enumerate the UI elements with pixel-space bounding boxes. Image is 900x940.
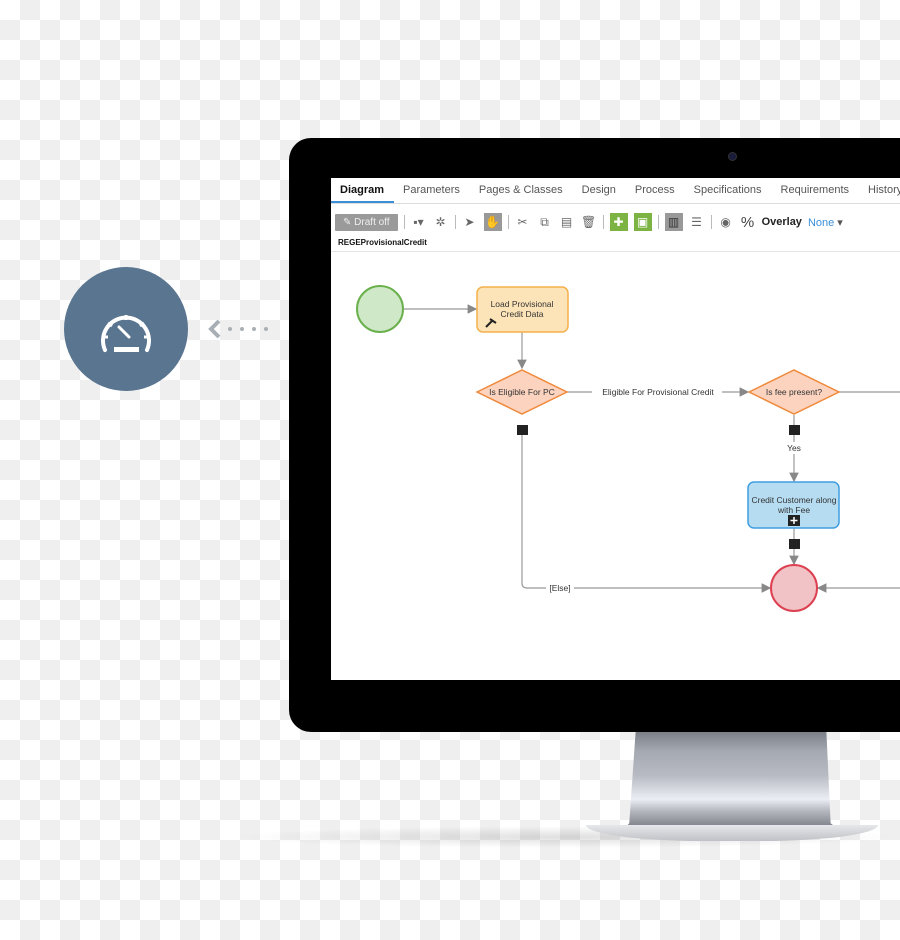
process-diagram: Load Provisional Credit Data Is Eligible… [356,285,900,612]
task-label: Load Provisional [491,299,554,309]
end-event[interactable] [770,564,818,612]
connector[interactable] [521,430,772,593]
connector-label: Yes [787,443,801,453]
start-event[interactable] [356,285,404,333]
decision-label: Is fee present? [766,387,823,397]
task-label: Credit Data [501,309,544,319]
task-label: with Fee [777,505,810,515]
connector-label: [Else] [549,583,570,593]
monitor-stand [625,732,837,828]
monitor-screen: Diagram Parameters Pages & Classes Desig… [331,178,900,680]
task-label: Credit Customer along [751,495,836,505]
chevron-left-icon [208,319,268,339]
decision-label: Is Eligible For PC [489,387,555,397]
flag-icon [789,539,800,549]
flag-icon [517,425,528,435]
camera-icon [728,152,737,161]
speedometer-badge [64,267,188,391]
speedometer-icon [101,315,151,352]
flag-icon [789,425,800,435]
connector-label: Eligible For Provisional Credit [602,387,714,397]
